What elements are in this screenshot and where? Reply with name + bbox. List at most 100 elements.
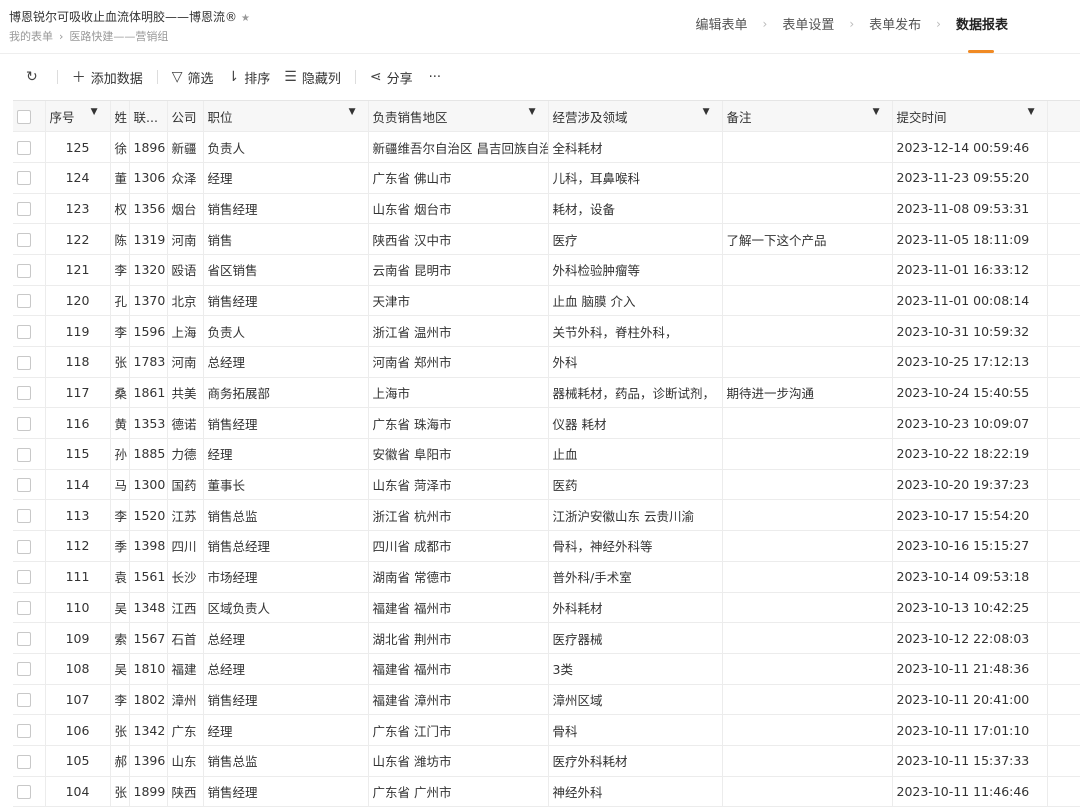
row-region[interactable]: 浙江省 杭州市 bbox=[368, 499, 549, 532]
row-position[interactable]: 销售经理 bbox=[203, 776, 369, 808]
row-region[interactable]: 河南省 郑州市 bbox=[368, 346, 549, 378]
table-row[interactable]: 108 吴 1810 福建 总经理 福建省 福州市 3类 2023-10-11 21:48:3… bbox=[13, 653, 1080, 685]
row-submit-time[interactable]: 2023-10-11 20:41:00 bbox=[892, 684, 1048, 716]
breadcrumb-group[interactable]: 医路快建——营销组 bbox=[69, 30, 168, 43]
row-contact[interactable]: 1300 bbox=[129, 469, 168, 501]
row-position[interactable]: 销售 bbox=[203, 223, 369, 255]
row-company[interactable]: 烟台 bbox=[167, 193, 204, 225]
row-position[interactable]: 总经理 bbox=[203, 653, 369, 685]
row-remark[interactable] bbox=[722, 346, 893, 378]
row-company[interactable]: 共美 bbox=[167, 377, 204, 409]
row-contact[interactable]: 1596 bbox=[129, 315, 168, 347]
row-region[interactable]: 山东省 烟台市 bbox=[368, 193, 549, 225]
row-submit-time[interactable]: 2023-10-23 10:09:07 bbox=[892, 407, 1048, 440]
row-remark[interactable] bbox=[722, 469, 893, 501]
row-submit-time[interactable]: 2023-11-23 09:55:20 bbox=[892, 162, 1048, 194]
row-position[interactable]: 销售经理 bbox=[203, 285, 369, 317]
row-region[interactable]: 广东省 江门市 bbox=[368, 714, 549, 746]
row-region[interactable]: 天津市 bbox=[368, 285, 549, 317]
row-submit-time[interactable]: 2023-11-01 16:33:12 bbox=[892, 254, 1048, 286]
row-contact[interactable]: 1320 bbox=[129, 254, 168, 286]
checkbox[interactable] bbox=[17, 723, 31, 738]
table-row[interactable]: 104 张 1899 陕西 销售经理 广东省 广州市 神经外科 2023-10-11 11:4… bbox=[13, 776, 1080, 808]
checkbox[interactable] bbox=[17, 631, 31, 646]
row-region[interactable]: 新疆维吾尔自治区 昌吉回族自治 bbox=[368, 131, 549, 163]
row-contact[interactable]: 1520 bbox=[129, 499, 168, 532]
row-checkbox-cell[interactable] bbox=[13, 285, 46, 317]
table-row[interactable]: 115 孙 1885 力德 经理 安徽省 阜阳市 止血 2023-10-22 18:22:19 bbox=[13, 438, 1080, 470]
checkbox[interactable] bbox=[17, 447, 31, 462]
row-surname[interactable]: 陈 bbox=[110, 223, 130, 255]
row-index[interactable]: 114 bbox=[45, 469, 111, 501]
more-button[interactable]: ··· bbox=[429, 70, 441, 85]
step-form-settings[interactable]: 表单设置 bbox=[780, 14, 836, 33]
row-company[interactable]: 北京 bbox=[167, 285, 204, 317]
row-index[interactable]: 106 bbox=[45, 714, 111, 746]
row-contact[interactable]: 1356 bbox=[129, 193, 168, 225]
table-row[interactable]: 111 袁 1561 长沙 市场经理 湖南省 常德市 普外科/手术室 2023-10-14 0… bbox=[13, 561, 1080, 593]
row-region[interactable]: 湖北省 荆州市 bbox=[368, 622, 549, 654]
row-checkbox-cell[interactable] bbox=[13, 561, 46, 593]
caret-down-icon[interactable]: ▼ bbox=[1028, 107, 1035, 117]
col-header-contact[interactable]: 联... bbox=[129, 101, 168, 133]
row-index[interactable]: 115 bbox=[45, 438, 111, 470]
row-company[interactable]: 力德 bbox=[167, 438, 204, 470]
row-company[interactable]: 漳州 bbox=[167, 684, 204, 716]
filter-button[interactable]: ▽ 筛选 bbox=[172, 68, 214, 87]
row-contact[interactable]: 1885 bbox=[129, 438, 168, 470]
table-row[interactable]: 112 季 1398 四川 销售总经理 四川省 成都市 骨科，神经外科等 2023-10-16… bbox=[13, 530, 1080, 562]
row-contact[interactable]: 1370 bbox=[129, 285, 168, 317]
row-company[interactable]: 长沙 bbox=[167, 561, 204, 593]
row-region[interactable]: 上海市 bbox=[368, 377, 549, 409]
row-field[interactable]: 医疗 bbox=[548, 223, 723, 255]
row-surname[interactable]: 李 bbox=[110, 315, 130, 347]
row-submit-time[interactable]: 2023-10-11 15:37:33 bbox=[892, 745, 1048, 777]
row-index[interactable]: 122 bbox=[45, 223, 111, 255]
row-remark[interactable] bbox=[722, 592, 893, 624]
row-contact[interactable]: 1861 bbox=[129, 377, 168, 409]
table-row[interactable]: 110 吴 1348 江西 区域负责人 福建省 福州市 外科耗材 2023-10-13 10:… bbox=[13, 592, 1080, 624]
checkbox[interactable] bbox=[17, 171, 31, 186]
row-company[interactable]: 河南 bbox=[167, 223, 204, 255]
step-edit-form[interactable]: 编辑表单 bbox=[694, 14, 750, 33]
row-surname[interactable]: 马 bbox=[110, 469, 130, 501]
row-company[interactable]: 国药 bbox=[167, 469, 204, 501]
row-position[interactable]: 负责人 bbox=[203, 315, 369, 347]
row-checkbox-cell[interactable] bbox=[13, 499, 46, 532]
row-contact[interactable]: 1348 bbox=[129, 592, 168, 624]
checkbox[interactable] bbox=[17, 539, 31, 554]
row-surname[interactable]: 董 bbox=[110, 162, 130, 194]
row-position[interactable]: 销售总经理 bbox=[203, 530, 369, 562]
row-index[interactable]: 116 bbox=[45, 407, 111, 440]
row-field[interactable]: 漳州区域 bbox=[548, 684, 723, 716]
row-index[interactable]: 121 bbox=[45, 254, 111, 286]
row-field[interactable]: 3类 bbox=[548, 653, 723, 685]
checkbox[interactable] bbox=[17, 202, 31, 217]
row-remark[interactable] bbox=[722, 714, 893, 746]
table-row[interactable]: 109 索 1567 石首 总经理 湖北省 荆州市 医疗器械 2023-10-12 22:08… bbox=[13, 622, 1080, 654]
row-surname[interactable]: 张 bbox=[110, 776, 130, 808]
row-index[interactable]: 123 bbox=[45, 193, 111, 225]
row-index[interactable]: 118 bbox=[45, 346, 111, 378]
row-checkbox-cell[interactable] bbox=[13, 131, 46, 163]
row-surname[interactable]: 权 bbox=[110, 193, 130, 225]
row-contact[interactable]: 1353 bbox=[129, 407, 168, 440]
row-remark[interactable]: 了解一下这个产品 bbox=[722, 223, 893, 255]
row-contact[interactable]: 1561 bbox=[129, 561, 168, 593]
row-region[interactable]: 福建省 福州市 bbox=[368, 653, 549, 685]
row-checkbox-cell[interactable] bbox=[13, 776, 46, 808]
row-company[interactable]: 山东 bbox=[167, 745, 204, 777]
row-surname[interactable]: 李 bbox=[110, 254, 130, 286]
row-contact[interactable]: 1802 bbox=[129, 684, 168, 716]
row-index[interactable]: 112 bbox=[45, 530, 111, 562]
row-company[interactable]: 陕西 bbox=[167, 776, 204, 808]
row-position[interactable]: 销售总监 bbox=[203, 499, 369, 532]
row-field[interactable]: 全科耗材 bbox=[548, 131, 723, 163]
checkbox[interactable] bbox=[17, 785, 31, 800]
table-row[interactable]: 106 张 1342 广东 经理 广东省 江门市 骨科 2023-10-11 17:01:10 bbox=[13, 714, 1080, 746]
row-checkbox-cell[interactable] bbox=[13, 315, 46, 347]
row-submit-time[interactable]: 2023-12-14 00:59:46 bbox=[892, 131, 1048, 163]
table-row[interactable]: 105 郝 1396 山东 销售总监 山东省 潍坊市 医疗外科耗材 2023-10-11 15… bbox=[13, 745, 1080, 777]
row-remark[interactable] bbox=[722, 499, 893, 532]
row-surname[interactable]: 索 bbox=[110, 622, 130, 654]
